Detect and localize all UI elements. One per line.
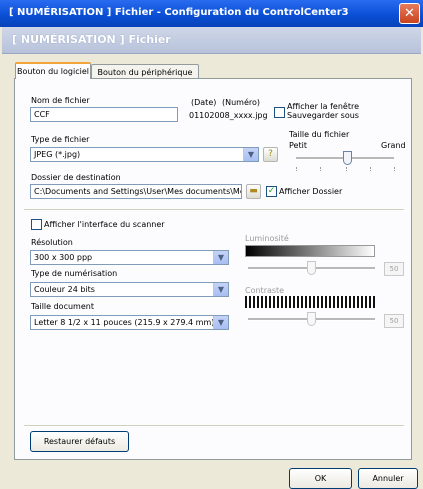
contrast-pattern bbox=[245, 296, 375, 308]
file-size-slider[interactable] bbox=[343, 151, 352, 165]
file-size-small-label: Petit bbox=[289, 141, 307, 150]
file-size-large-label: Grand bbox=[381, 141, 406, 150]
resolution-select[interactable]: 300 x 300 ppp ▼ bbox=[30, 250, 229, 265]
brightness-value[interactable]: 50 bbox=[384, 262, 404, 276]
number-label: (Numéro) bbox=[222, 98, 261, 107]
chevron-down-icon[interactable]: ▼ bbox=[243, 148, 258, 161]
date-label: (Date) bbox=[191, 98, 217, 107]
contrast-value[interactable]: 50 bbox=[384, 314, 404, 328]
file-name-example: 01102008_xxxx.jpg bbox=[189, 111, 268, 120]
options-icon[interactable]: ? bbox=[263, 147, 278, 162]
doc-size-value: Letter 8 1/2 x 11 pouces (215.9 x 279.4 … bbox=[34, 318, 215, 327]
contrast-label: Contraste bbox=[245, 286, 285, 295]
title-bar: [ NUMÉRISATION ] Fichier - Configuration… bbox=[0, 0, 423, 27]
chevron-down-icon[interactable]: ▼ bbox=[213, 251, 228, 264]
close-icon[interactable]: ✕ bbox=[399, 3, 420, 24]
page-header: [ NUMÉRISATION ] Fichier bbox=[2, 27, 421, 54]
brightness-gradient bbox=[245, 245, 375, 257]
tab-device-button[interactable]: Bouton du périphérique bbox=[91, 64, 199, 79]
file-type-value: JPEG (*.jpg) bbox=[34, 150, 81, 159]
file-name-input[interactable]: CCF bbox=[30, 107, 178, 122]
file-size-label: Taille du fichier bbox=[289, 130, 350, 139]
cancel-button[interactable]: Annuler bbox=[358, 468, 418, 489]
file-type-select[interactable]: JPEG (*.jpg) ▼ bbox=[30, 147, 259, 162]
file-type-label: Type de fichier bbox=[31, 135, 90, 144]
destination-label: Dossier de destination bbox=[31, 173, 121, 182]
doc-size-select[interactable]: Letter 8 1/2 x 11 pouces (215.9 x 279.4 … bbox=[30, 315, 229, 330]
brightness-label: Luminosité bbox=[245, 234, 289, 243]
resolution-label: Résolution bbox=[31, 238, 73, 247]
scanner-interface-label: Afficher l'interface du scanner bbox=[44, 220, 165, 229]
tick bbox=[370, 167, 371, 171]
scanner-interface-checkbox[interactable] bbox=[31, 219, 42, 230]
divider bbox=[24, 209, 404, 211]
destination-input[interactable]: C:\Documents and Settings\User\Mes docum… bbox=[30, 184, 242, 199]
scan-type-select[interactable]: Couleur 24 bits ▼ bbox=[30, 282, 229, 297]
resolution-value: 300 x 300 ppp bbox=[34, 253, 93, 262]
restore-defaults-button[interactable]: Restaurer défauts bbox=[30, 431, 129, 452]
scan-type-value: Couleur 24 bits bbox=[34, 285, 95, 294]
tick bbox=[296, 167, 297, 171]
show-folder-checkbox[interactable]: ✓ bbox=[266, 186, 277, 197]
chevron-down-icon[interactable]: ▼ bbox=[213, 316, 228, 329]
brightness-slider[interactable] bbox=[307, 261, 316, 275]
save-as-checkbox[interactable] bbox=[274, 107, 285, 118]
contrast-slider[interactable] bbox=[307, 312, 316, 326]
scan-type-label: Type de numérisation bbox=[31, 269, 118, 278]
divider bbox=[24, 425, 404, 427]
tab-software-button[interactable]: Bouton du logiciel bbox=[15, 62, 91, 79]
tick bbox=[320, 167, 321, 171]
save-as-label-line2: Sauvegarder sous bbox=[287, 111, 359, 120]
file-name-label: Nom de fichier bbox=[31, 96, 90, 105]
doc-size-label: Taille document bbox=[31, 302, 94, 311]
window-title: [ NUMÉRISATION ] Fichier - Configuration… bbox=[9, 7, 349, 18]
folder-icon[interactable]: ▬ bbox=[246, 184, 261, 199]
chevron-down-icon[interactable]: ▼ bbox=[213, 283, 228, 296]
save-as-label-line1: Afficher la fenêtre bbox=[287, 102, 359, 111]
tick bbox=[394, 167, 395, 171]
page-title: [ NUMÉRISATION ] Fichier bbox=[12, 33, 171, 46]
ok-button[interactable]: OK bbox=[289, 468, 352, 489]
tick bbox=[346, 167, 347, 171]
show-folder-label: Afficher Dossier bbox=[279, 187, 343, 196]
